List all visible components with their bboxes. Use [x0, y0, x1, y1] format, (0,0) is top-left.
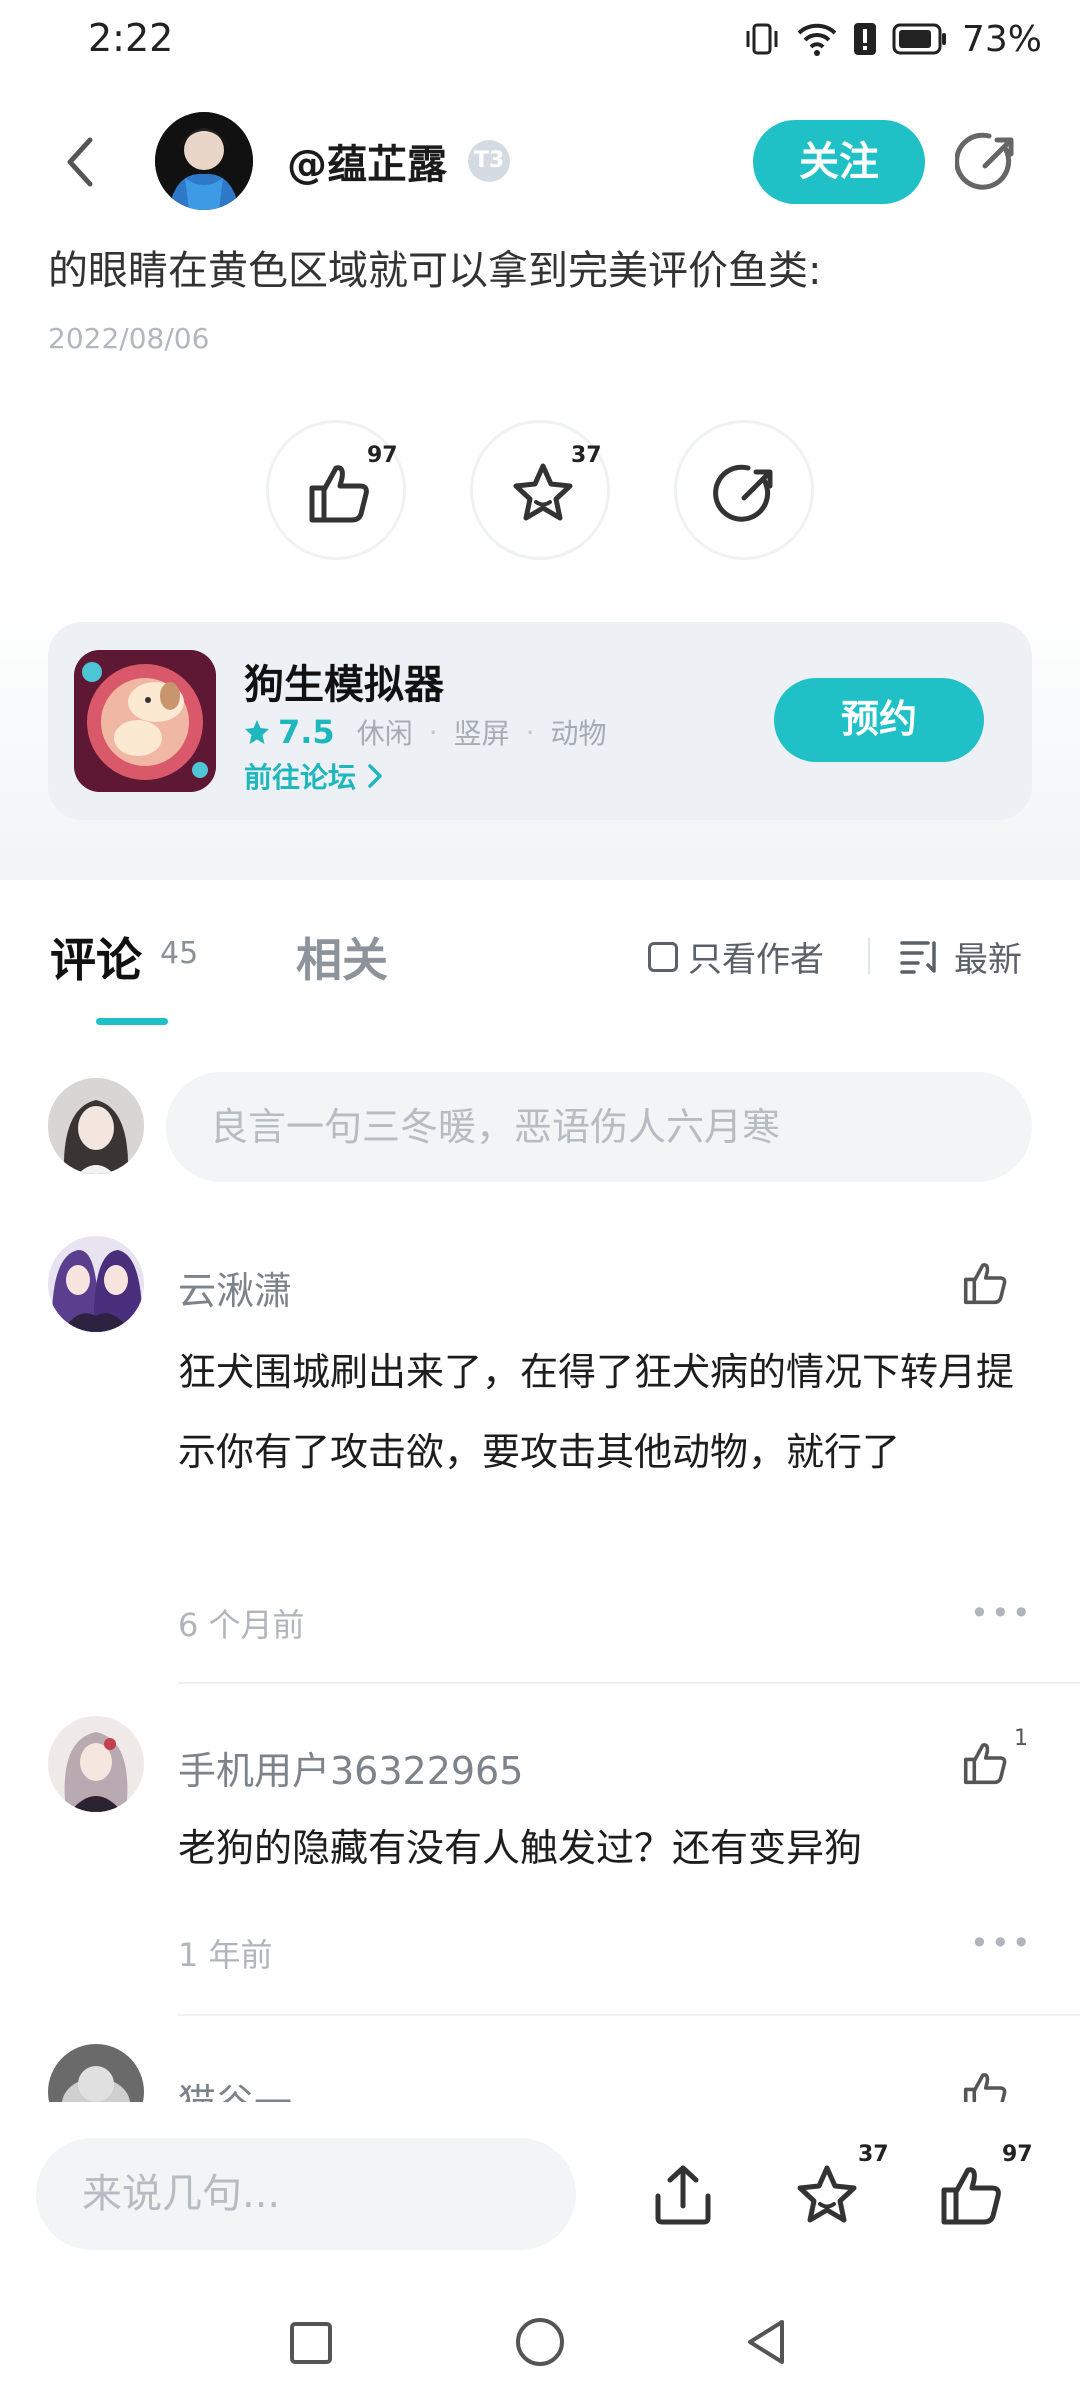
system-nav-bar: [0, 2282, 1080, 2400]
thumbs-up-icon: [963, 1263, 1007, 1305]
quick-comment-input[interactable]: [36, 2138, 576, 2250]
circle-icon: [516, 2318, 564, 2366]
active-tab-indicator: [96, 1018, 168, 1025]
bottom-favorite-count: 37: [858, 2142, 889, 2167]
commenter-name[interactable]: 手机用户36322965: [178, 1740, 523, 1795]
comment-divider: [178, 2014, 1080, 2016]
commenter-name[interactable]: 云湫潇: [178, 1260, 292, 1315]
comments-count: 45: [160, 936, 199, 971]
star-icon: [513, 463, 573, 521]
level-badge: T3: [468, 140, 510, 182]
sort-icon: [900, 940, 936, 974]
sort-button[interactable]: 最新: [900, 932, 1022, 981]
chevron-left-icon: [67, 137, 93, 187]
game-icon[interactable]: [74, 650, 216, 792]
like-button[interactable]: 97: [266, 420, 406, 560]
comment-like-button[interactable]: [960, 1738, 1020, 1798]
more-options-icon[interactable]: •••: [970, 1924, 1033, 1962]
like-count: 97: [367, 443, 398, 468]
back-button[interactable]: [52, 132, 112, 192]
thumbs-up-icon: [941, 2167, 1001, 2225]
square-icon: [290, 2322, 332, 2364]
favorite-button[interactable]: 37: [470, 420, 610, 560]
checkbox-icon: [648, 941, 678, 972]
game-tag: 动物: [550, 717, 607, 750]
tab-comments[interactable]: 评论: [50, 924, 142, 990]
chevron-right-icon: [368, 764, 382, 788]
comment-time: 6 个月前: [178, 1606, 305, 1644]
home-button[interactable]: [510, 2312, 570, 2372]
post-text: 的眼睛在黄色区域就可以拿到完美评价鱼类:: [48, 248, 822, 294]
bottom-action-bar: 37 97: [0, 2102, 1080, 2282]
share-icon: [954, 132, 1014, 190]
my-avatar: [48, 1078, 144, 1174]
status-time: 2:22: [88, 16, 174, 60]
follow-button[interactable]: 关注: [753, 120, 925, 204]
game-title[interactable]: 狗生模拟器: [244, 652, 444, 710]
game-meta: 7.5 休闲 · 竖屏 · 动物: [244, 712, 607, 752]
tag-separator: ·: [428, 715, 438, 749]
alert-icon: [853, 23, 876, 55]
author-name[interactable]: @蕴芷露: [287, 132, 447, 190]
divider: [868, 938, 870, 974]
post-date: 2022/08/06: [48, 322, 210, 355]
comment-text: 狂犬围城刷出来了，在得了狂犬病的情况下转月提示你有了攻击欲，要攻击其他动物，就行…: [178, 1350, 1015, 1474]
status-bar: 2:22 73%: [0, 0, 1080, 80]
triangle-back-icon: [748, 2320, 784, 2364]
upload-icon: [655, 2165, 711, 2225]
forum-link[interactable]: 前往论坛: [244, 756, 384, 796]
favorite-count: 37: [571, 443, 602, 468]
tab-related[interactable]: 相关: [296, 924, 388, 990]
star-filled-icon: [245, 720, 269, 744]
share-circle-button[interactable]: [674, 420, 814, 560]
star-icon: [797, 2165, 857, 2223]
sort-label: 最新: [954, 940, 1022, 980]
author-only-label: 只看作者: [688, 940, 824, 980]
comment-time: 1 年前: [178, 1936, 273, 1974]
top-header: @蕴芷露 T3 关注: [0, 96, 1080, 226]
status-icons: 73%: [742, 14, 1042, 64]
bottom-like-count: 97: [1002, 2142, 1033, 2167]
game-score: 7.5: [278, 713, 335, 751]
comment-like-count: 1: [1014, 1726, 1028, 1751]
thumbs-up-icon: [963, 1743, 1007, 1785]
share-button[interactable]: [954, 128, 1023, 196]
comment-input[interactable]: [166, 1072, 1032, 1182]
bottom-like-button[interactable]: [936, 2160, 1006, 2230]
vibrate-icon: [746, 23, 778, 55]
game-card[interactable]: 狗生模拟器 7.5 休闲 · 竖屏 · 动物 前往论坛 预约: [48, 622, 1032, 820]
comment-text: 老狗的隐藏有没有人触发过？还有变异狗: [178, 1826, 863, 1870]
bottom-favorite-button[interactable]: [792, 2160, 862, 2230]
comment-divider: [178, 1682, 1080, 1684]
tag-separator: ·: [525, 715, 535, 749]
battery-percent: 73%: [961, 18, 1042, 60]
commenter-avatar[interactable]: [48, 1236, 144, 1332]
recent-apps-button[interactable]: [280, 2312, 340, 2372]
comment-like-button[interactable]: [960, 1258, 1020, 1318]
author-avatar[interactable]: [155, 112, 253, 210]
author-only-toggle[interactable]: 只看作者: [648, 932, 824, 981]
comment-tabs: 评论 45 相关 只看作者 最新: [0, 880, 1080, 1040]
wifi-icon: [797, 23, 837, 56]
reserve-button[interactable]: 预约: [774, 678, 984, 762]
game-tag: 休闲: [356, 717, 413, 750]
thumbs-up-icon: [309, 465, 369, 523]
battery-icon: [892, 23, 946, 55]
nav-back-button[interactable]: [736, 2312, 796, 2372]
game-tag: 竖屏: [453, 717, 510, 750]
share-icon: [713, 464, 773, 522]
upload-share-button[interactable]: [648, 2160, 718, 2230]
forum-link-label: 前往论坛: [244, 761, 357, 794]
more-options-icon[interactable]: •••: [970, 1594, 1033, 1632]
commenter-avatar[interactable]: [48, 1716, 144, 1812]
